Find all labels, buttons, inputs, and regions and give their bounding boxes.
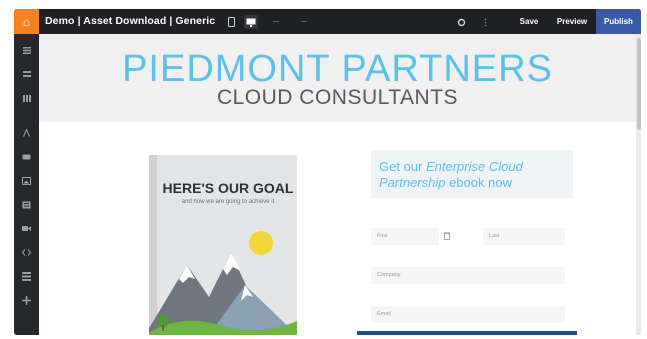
form-heading-prefix: Get our [379,159,426,174]
trash-icon[interactable] [440,229,454,243]
preview-button[interactable]: Preview [552,9,592,34]
last-name-field[interactable]: Last [483,228,565,245]
redo-icon[interactable] [301,21,307,22]
more-icon[interactable] [478,15,492,29]
company-placeholder: Company [377,272,401,278]
header-banner[interactable]: PIEDMONT PARTNERS CLOUD CONSULTANTS [39,34,636,122]
brand-heading: PIEDMONT PARTNERS [122,48,553,90]
brand-tagline: CLOUD CONSULTANTS [216,86,459,109]
ebook-cover-image[interactable]: HERE'S OUR GOAL and how we are going to … [149,155,297,335]
form-heading: Get our Enterprise Cloud Partnership ebo… [379,159,569,192]
last-name-placeholder: Last [489,233,500,239]
email-placeholder: Email [377,311,391,317]
button-icon[interactable] [20,150,33,163]
page-title: Demo | Asset Download | Generic [45,15,216,27]
gear-icon[interactable] [454,15,468,29]
desktop-icon[interactable] [244,15,258,29]
company-field[interactable]: Company [371,267,565,284]
home-icon[interactable]: ⌂ [14,9,39,34]
grid-icon[interactable] [20,270,33,283]
image-icon[interactable] [20,174,33,187]
submit-button[interactable] [357,331,577,335]
code-icon[interactable] [20,246,33,259]
rows-icon[interactable] [20,68,33,81]
undo-icon[interactable] [273,21,279,22]
book-heading: HERE'S OUR GOAL [162,180,294,196]
email-field[interactable]: Email [371,306,565,323]
columns-icon[interactable] [20,92,33,105]
element-sidebar [14,34,39,335]
save-button[interactable]: Save [510,9,548,34]
text-icon[interactable] [20,126,33,139]
editor-window: ⌂ Demo | Asset Download | Generic Save P… [14,9,641,335]
form-icon[interactable] [20,198,33,211]
add-icon[interactable] [20,294,33,307]
form-heading-suffix: ebook now [445,175,512,191]
mountain-illustration [149,231,297,335]
publish-button[interactable]: Publish [596,9,641,34]
mobile-icon[interactable] [224,15,238,29]
sections-icon[interactable] [20,44,33,57]
top-toolbar: ⌂ Demo | Asset Download | Generic Save P… [14,9,641,34]
book-subheading: and how we are going to achieve it [181,199,275,205]
canvas-scrollbar[interactable] [636,34,641,335]
page-canvas[interactable]: PIEDMONT PARTNERS CLOUD CONSULTANTS HERE… [39,34,641,335]
first-name-placeholder: First [377,233,388,239]
first-name-field[interactable]: First [371,228,439,245]
form-heading-box: Get our Enterprise Cloud Partnership ebo… [371,150,573,198]
video-icon[interactable] [20,222,33,235]
scrollbar-thumb[interactable] [637,38,641,130]
